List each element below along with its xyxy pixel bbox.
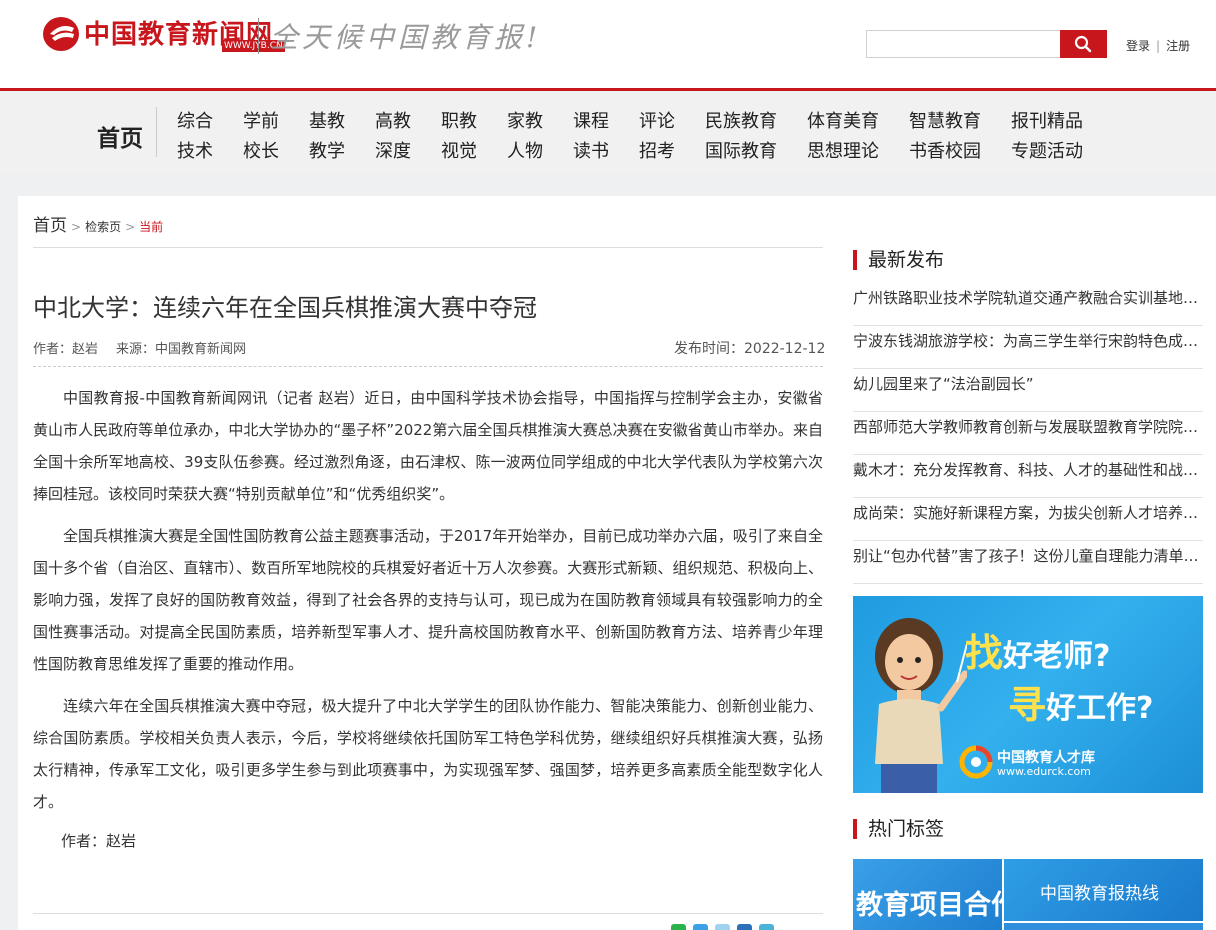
nav-item[interactable]: 人物 [507, 137, 543, 163]
hot-tags-heading: 热门标签 [853, 819, 944, 839]
tag-hotline[interactable]: 中国教育报热线 [1004, 859, 1203, 921]
nav-item[interactable]: 职教 [441, 107, 477, 133]
latest-news-item[interactable]: 广州铁路职业技术学院轨道交通产教融合实训基地建设 [853, 283, 1203, 326]
latest-news-item[interactable]: 别让“包办代替”害了孩子！这份儿童自理能力清单请收好 [853, 541, 1203, 584]
nav-item[interactable]: 基教 [309, 107, 345, 133]
talent-ad-banner[interactable]: 找好老师? 寻好工作? 中国教育人才库 www.edurck.com [853, 596, 1203, 793]
logo-divider [258, 18, 259, 54]
nav-item[interactable]: 招考 [639, 137, 675, 163]
qzone-share-icon[interactable] [693, 924, 708, 930]
nav-item[interactable]: 评论 [639, 107, 675, 133]
login-link[interactable]: 登录 [1126, 39, 1150, 53]
nav-item[interactable]: 国际教育 [705, 137, 777, 163]
breadcrumb-search[interactable]: 检索页 [85, 220, 121, 234]
nav-item[interactable]: 读书 [573, 137, 609, 163]
site-slogan: 全天候中国教育报! [270, 21, 542, 54]
nav-item[interactable]: 教学 [309, 137, 345, 163]
nav-item[interactable]: 视觉 [441, 137, 477, 163]
ad-brand-name: 中国教育人才库 [997, 750, 1095, 766]
latest-news-heading: 最新发布 [853, 250, 944, 270]
chevron-right-icon: > [125, 220, 136, 234]
top-header: 中国教育新闻网 WWW.JYB.CN 全天候中国教育报! 登录 | 注册 [0, 0, 1216, 88]
nav-item[interactable]: 高教 [375, 107, 411, 133]
article-source: 来源：中国教育新闻网 [116, 342, 247, 357]
ad-line-1: 找好老师? [965, 631, 1111, 675]
article-end-author: 作者：赵岩 [61, 832, 137, 850]
nav-item[interactable]: 民族教育 [705, 107, 777, 133]
nav-home[interactable]: 首页 [97, 119, 143, 153]
article-author: 作者：赵岩 [33, 342, 99, 357]
nav-item[interactable]: 课程 [573, 107, 609, 133]
search-input[interactable] [866, 30, 1061, 58]
teacher-illustration [875, 618, 967, 793]
breadcrumb-divider [33, 247, 823, 248]
share-bar [33, 922, 823, 930]
auth-links: 登录 | 注册 [1126, 37, 1190, 54]
nav-item[interactable]: 深度 [375, 137, 411, 163]
breadcrumb: 首页 > 检索页 > 当前 [33, 211, 163, 236]
latest-news-item[interactable]: 西部师范大学教师教育创新与发展联盟教育学院院长论坛 [853, 412, 1203, 455]
wechat-share-icon[interactable] [671, 924, 686, 930]
latest-news-item[interactable]: 幼儿园里来了“法治副园长” [853, 369, 1203, 412]
nav-item[interactable]: 学前 [243, 107, 279, 133]
nav-item[interactable]: 专题活动 [1011, 137, 1083, 163]
breadcrumb-current: 当前 [139, 220, 164, 234]
nav-divider [156, 107, 157, 157]
ad-brand: 中国教育人才库 www.edurck.com [955, 743, 1155, 781]
nav-item[interactable]: 智慧教育 [909, 107, 981, 133]
talent-logo-icon [959, 745, 993, 779]
article-pubtime: 发布时间：2022-12-12 [674, 341, 826, 357]
tag-next[interactable] [1004, 923, 1203, 930]
nav-item[interactable]: 书香校园 [909, 137, 981, 163]
article-paragraph: 中国教育报-中国教育新闻网讯（记者 赵岩）近日，由中国科学技术协会指导，中国指挥… [33, 389, 823, 503]
article-paragraph: 全国兵棋推演大赛是全国性国防教育公益主题赛事活动，于2017年开始举办，目前已成… [33, 527, 823, 673]
main-nav: 首页 综合 学前 基教 高教 职教 家教 课程 评论 民族教育 体育美育 智慧教育 报刊精品技术 校长 教… [0, 88, 1216, 172]
logo-mark-icon [43, 17, 79, 51]
nav-item[interactable]: 技术 [177, 137, 213, 163]
breadcrumb-home[interactable]: 首页 [33, 216, 67, 236]
nav-item[interactable]: 家教 [507, 107, 543, 133]
meta-divider [33, 366, 823, 367]
renren-share-icon[interactable] [737, 924, 752, 930]
nav-item[interactable]: 综合 [177, 107, 213, 133]
ad-brand-url: www.edurck.com [997, 765, 1091, 778]
nav-item[interactable]: 报刊精品 [1011, 107, 1083, 133]
article-title: 中北大学：连续六年在全国兵棋推演大赛中夺冠 [33, 294, 537, 322]
nav-item[interactable]: 体育美育 [807, 107, 879, 133]
auth-separator: | [1156, 39, 1161, 53]
site-logo[interactable]: 中国教育新闻网 WWW.JYB.CN [42, 14, 285, 56]
nav-item[interactable]: 思想理论 [807, 137, 879, 163]
article-bottom-divider [33, 913, 823, 914]
latest-news-item[interactable]: 宁波东钱湖旅游学校：为高三学生举行宋韵特色成人礼 [853, 326, 1203, 369]
latest-news-item[interactable]: 戴木才：充分发挥教育、科技、人才的基础性和战略性支撑作用 [853, 455, 1203, 498]
latest-news-item[interactable]: 成尚荣：实施好新课程方案，为拔尖创新人才培养奠基 [853, 498, 1203, 541]
article-paragraph: 连续六年在全国兵棋推演大赛中夺冠，极大提升了中北大学学生的团队协作能力、智能决策… [33, 697, 823, 811]
register-link[interactable]: 注册 [1166, 39, 1190, 53]
weibo-share-icon[interactable] [715, 924, 730, 930]
search-icon [1074, 35, 1092, 53]
tag-education-cooperation[interactable]: 教育项目合作 [853, 859, 1002, 930]
ad-line-2: 寻好工作? [1008, 683, 1154, 727]
chevron-right-icon: > [71, 220, 82, 234]
article-meta: 作者：赵岩 来源：中国教育新闻网 [33, 338, 246, 357]
search-button[interactable] [1060, 30, 1107, 58]
nav-item[interactable]: 校长 [243, 137, 279, 163]
more-share-icon[interactable] [759, 924, 774, 930]
